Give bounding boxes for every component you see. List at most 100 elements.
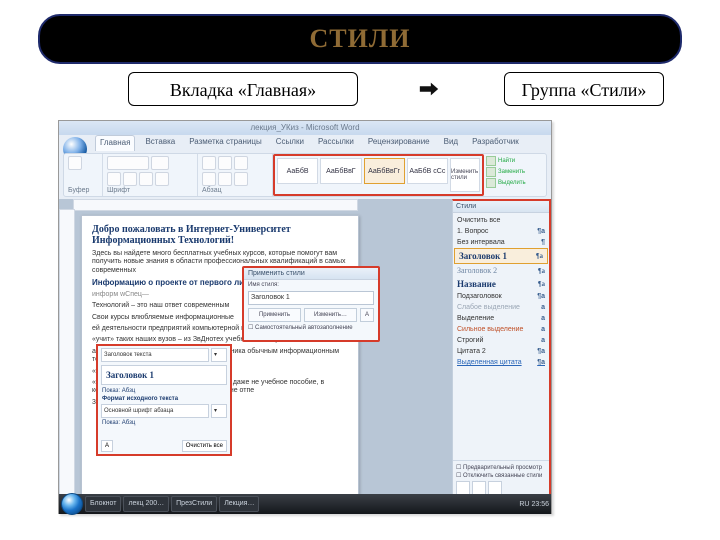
taskbar-item[interactable]: лекц 200… — [123, 496, 169, 512]
ribbon: Главная Вставка Разметка страницы Ссылки… — [59, 135, 551, 200]
mini-style-toolbar[interactable]: Заголовок текста▾ Заголовок 1 Показ: Абз… — [96, 344, 232, 456]
change-styles-button[interactable]: Изменить стили — [450, 158, 480, 192]
chevron-down-icon[interactable]: ▾ — [211, 404, 227, 418]
align-right-icon[interactable] — [234, 172, 248, 186]
list-icon[interactable] — [202, 156, 216, 170]
lang-indicator[interactable]: RU — [519, 501, 529, 508]
group-caption: Группа «Стили» — [504, 72, 664, 106]
indent-icon[interactable] — [234, 156, 248, 170]
style-list-item[interactable]: Сильное выделениеa — [453, 324, 549, 335]
group-editing: Найти Заменить Выделить — [484, 154, 546, 196]
pane-footer: ☐ Предварительный просмотр ☐ Отключить с… — [453, 460, 549, 497]
slide-title-bar: СТИЛИ — [38, 14, 682, 64]
font-box[interactable] — [107, 156, 149, 170]
document-page[interactable]: Добро пожаловать в Интернет-Университет … — [81, 215, 359, 499]
group-label: Шрифт — [107, 187, 193, 194]
group-paragraph: Абзац — [198, 154, 273, 196]
style-list-item[interactable]: 1. Вопрос¶a — [453, 226, 549, 237]
slide-title: СТИЛИ — [40, 16, 680, 62]
paste-icon[interactable] — [68, 156, 82, 170]
find-button[interactable]: Найти — [486, 156, 544, 166]
mini-icon[interactable]: A — [101, 440, 113, 452]
style-chip[interactable]: АаБбВвГ — [320, 158, 361, 184]
group-clipboard: Буфер — [64, 154, 103, 196]
style-list-item[interactable]: Выделенная цитата¶a — [453, 357, 549, 368]
apply-button[interactable]: Применить — [248, 308, 301, 322]
underline-icon[interactable] — [139, 172, 153, 186]
style-name-input[interactable]: Заголовок 1 — [248, 291, 374, 305]
style-list-item[interactable]: Строгийa — [453, 335, 549, 346]
mini-style-chip[interactable]: Заголовок текста — [101, 348, 209, 362]
tab-mailings[interactable]: Рассылки — [314, 135, 358, 151]
tab-dev[interactable]: Разработчик — [468, 135, 523, 151]
group-font: Шрифт — [103, 154, 198, 196]
dialog-title: Применить стили — [244, 268, 378, 280]
start-button[interactable] — [61, 493, 83, 515]
autocomplete-checkbox[interactable]: ☐ Самостоятельный автозаполнение — [248, 324, 374, 331]
tab-refs[interactable]: Ссылки — [272, 135, 308, 151]
color-icon[interactable] — [155, 172, 169, 186]
size-box[interactable] — [151, 156, 169, 170]
tab-home[interactable]: Главная — [95, 135, 135, 151]
taskbar-item[interactable]: Блокнот — [85, 496, 121, 512]
tab-caption: Вкладка «Главная» — [128, 72, 358, 106]
style-launcher-button[interactable]: A — [360, 308, 374, 322]
tab-insert[interactable]: Вставка — [141, 135, 179, 151]
tab-review[interactable]: Рецензирование — [364, 135, 434, 151]
group-label: Абзац — [202, 187, 268, 194]
bold-icon[interactable] — [107, 172, 121, 186]
select-button[interactable]: Выделить — [486, 178, 544, 188]
word-screenshot: лекция_УКиз - Microsoft Word Главная Вст… — [58, 120, 552, 514]
replace-icon — [486, 167, 496, 177]
style-list-item[interactable]: Заголовок 2¶a — [453, 264, 549, 277]
manage-styles-icon[interactable] — [488, 481, 502, 495]
windows-taskbar: Блокнот лекц 200… ПрезСтили Лекция… RU 2… — [59, 494, 551, 514]
preview-checkbox[interactable]: ☐ Предварительный просмотр — [456, 464, 546, 471]
mini-font-value[interactable]: Основной шрифт абзаца — [101, 404, 209, 418]
inspector-icon[interactable] — [472, 481, 486, 495]
new-style-icon[interactable] — [456, 481, 470, 495]
ribbon-tabs: Главная Вставка Разметка страницы Ссылки… — [95, 135, 523, 151]
mini-font-section: Формат исходного текста — [102, 396, 226, 402]
align-left-icon[interactable] — [202, 172, 216, 186]
content-area: Добро пожаловать в Интернет-Университет … — [59, 199, 551, 499]
style-list-item[interactable]: Подзаголовок¶a — [453, 291, 549, 302]
replace-button[interactable]: Заменить — [486, 167, 544, 177]
clear-all-button[interactable]: Очистить все — [182, 440, 227, 452]
window-title: лекция_УКиз - Microsoft Word — [59, 121, 551, 135]
pane-title: Стили — [453, 201, 549, 213]
taskbar-item[interactable]: ПрезСтили — [171, 496, 217, 512]
styles-pane: Стили Очистить все1. Вопрос¶aБез интерва… — [452, 199, 551, 499]
chevron-down-icon[interactable]: ▾ — [211, 348, 227, 362]
align-center-icon[interactable] — [218, 172, 232, 186]
style-list-item[interactable]: Название¶a — [453, 277, 549, 291]
dialog-label: Имя стиля: — [248, 282, 374, 288]
style-list-item[interactable]: Заголовок 1¶a — [454, 248, 548, 264]
style-list-item[interactable]: Очистить все — [453, 215, 549, 226]
mini-style-big[interactable]: Заголовок 1 — [101, 365, 227, 385]
tab-view[interactable]: Вид — [440, 135, 462, 151]
modify-button[interactable]: Изменить… — [304, 308, 357, 322]
find-icon — [486, 156, 496, 166]
link-bar: Вкладка «Главная» Группа «Стили» — [38, 72, 678, 108]
clock: 23:56 — [531, 501, 549, 508]
tab-layout[interactable]: Разметка страницы — [185, 135, 266, 151]
style-chip[interactable]: АаБбВ — [277, 158, 318, 184]
ruler-horizontal[interactable] — [73, 199, 358, 211]
style-list-item[interactable]: Выделениеa — [453, 313, 549, 324]
style-chip[interactable]: АаБбВвГг — [364, 158, 405, 184]
disable-linked-checkbox[interactable]: ☐ Отключить связанные стили — [456, 472, 546, 479]
italic-icon[interactable] — [123, 172, 137, 186]
select-icon — [486, 178, 496, 188]
numlist-icon[interactable] — [218, 156, 232, 170]
system-tray: RU 23:56 — [519, 501, 549, 508]
style-chip[interactable]: АаБбВ cCc — [407, 158, 448, 184]
style-list-item[interactable]: Без интервала¶ — [453, 237, 549, 248]
style-list-item[interactable]: Слабое выделениеa — [453, 302, 549, 313]
style-list-item[interactable]: Цитата 2¶a — [453, 346, 549, 357]
pane-list[interactable]: Очистить все1. Вопрос¶aБез интервала¶Заг… — [453, 213, 549, 460]
apply-styles-dialog[interactable]: Применить стили Имя стиля: Заголовок 1 П… — [242, 266, 380, 342]
group-styles: АаБбВ АаБбВвГ АаБбВвГг АаБбВ cCc Изменит… — [273, 154, 484, 196]
taskbar-item[interactable]: Лекция… — [219, 496, 259, 512]
ruler-vertical[interactable] — [59, 209, 75, 499]
